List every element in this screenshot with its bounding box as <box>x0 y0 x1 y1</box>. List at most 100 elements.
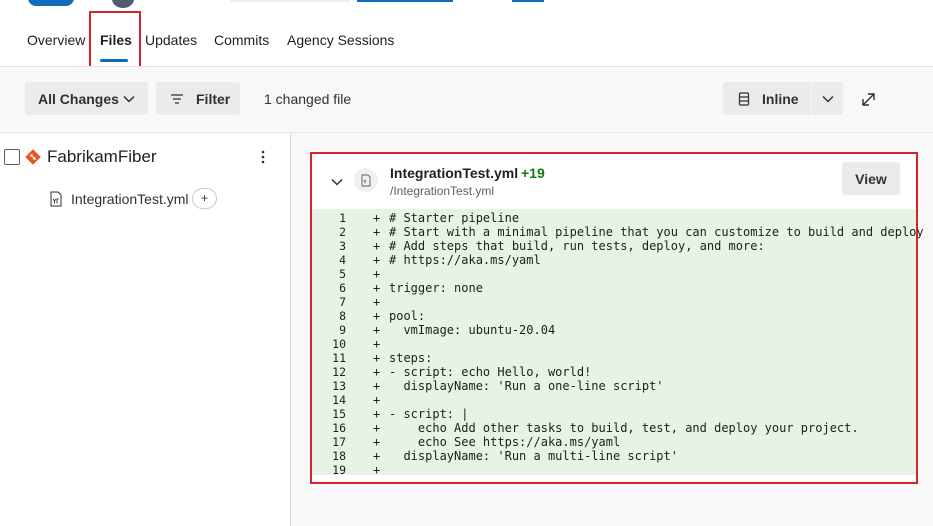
added-marker: + <box>373 435 381 449</box>
tab-updates[interactable]: Updates <box>145 32 197 48</box>
yaml-file-icon <box>361 174 371 186</box>
diff-body: 1 + # Starter pipeline 2 + # Start with a min… <box>312 209 924 477</box>
code-text: pool: <box>389 309 426 323</box>
file-type-badge <box>354 168 378 192</box>
code-text: echo See https://aka.ms/yaml <box>389 435 621 449</box>
tab-commits[interactable]: Commits <box>214 32 269 48</box>
added-marker: + <box>373 337 381 351</box>
diff-file-path: /IntegrationTest.yml <box>390 184 495 198</box>
filter-label: Filter <box>196 90 231 107</box>
line-number: 14 <box>332 393 346 407</box>
code-text: # Start with a minimal pipeline that you… <box>389 225 924 239</box>
chevron-down-icon <box>821 95 834 103</box>
repo-name: FabrikamFiber <box>47 147 157 166</box>
added-marker: + <box>373 365 381 379</box>
line-number: 17 <box>332 435 346 449</box>
line-number: 11 <box>332 351 346 365</box>
chevron-down-icon[interactable] <box>330 175 344 189</box>
added-marker: + <box>373 309 381 323</box>
all-changes-dropdown[interactable]: All Changes <box>25 82 148 115</box>
line-number: 1 <box>339 211 346 225</box>
diff-line: 10 + <box>312 337 916 351</box>
line-number: 18 <box>332 449 346 463</box>
added-marker: + <box>373 463 381 477</box>
diff-line: 5 + <box>312 267 916 281</box>
code-text: - script: | <box>389 407 469 421</box>
files-tab-highlight-box <box>89 11 141 69</box>
code-text: steps: <box>389 351 433 365</box>
add-comment-button[interactable]: + <box>192 188 217 209</box>
added-marker: + <box>373 267 381 281</box>
view-file-button[interactable]: View <box>842 162 900 195</box>
line-number: 10 <box>332 337 346 351</box>
line-number: 13 <box>332 379 346 393</box>
diff-header: IntegrationTest.yml +19 /IntegrationTest… <box>312 154 916 209</box>
diff-line: 12 + - script: echo Hello, world! <box>312 365 916 379</box>
expand-icon[interactable] <box>858 90 880 110</box>
diff-line: 16 + echo Add other tasks to build, test,… <box>312 421 916 435</box>
diff-line: 8 + pool: <box>312 309 916 323</box>
code-text: # Add steps that build, run tests, deplo… <box>389 239 765 253</box>
added-marker: + <box>373 351 381 365</box>
code-text: displayName: 'Run a one-line script' <box>389 379 664 393</box>
code-text: displayName: 'Run a multi-line script' <box>389 449 678 463</box>
diff-line: 17 + echo See https://aka.ms/yaml <box>312 435 916 449</box>
diff-line: 11 + steps: <box>312 351 916 365</box>
status-pill <box>28 0 74 6</box>
diff-line: 19 + <box>312 463 916 477</box>
diff-file-name: IntegrationTest.yml <box>390 165 519 181</box>
filter-icon <box>171 93 183 104</box>
added-marker: + <box>373 239 381 253</box>
diff-line: 13 + displayName: 'Run a one-line script' <box>312 379 916 393</box>
avatar <box>112 0 134 8</box>
line-number: 8 <box>339 309 346 323</box>
line-number: 16 <box>332 421 346 435</box>
added-marker: + <box>373 281 381 295</box>
code-text: - script: echo Hello, world! <box>389 365 592 379</box>
more-vertical-icon[interactable] <box>257 148 269 166</box>
yaml-file-icon <box>50 191 62 207</box>
code-text: vmImage: ubuntu-20.04 <box>389 323 556 337</box>
inline-view-icon <box>738 91 750 106</box>
view-mode-dropdown[interactable] <box>812 82 843 115</box>
code-text: echo Add other tasks to build, test, and… <box>389 421 859 435</box>
diff-line: 1 + # Starter pipeline <box>312 211 916 225</box>
added-marker: + <box>373 225 381 239</box>
line-number: 15 <box>332 407 346 421</box>
added-marker: + <box>373 323 381 337</box>
added-marker: + <box>373 253 381 267</box>
added-marker: + <box>373 295 381 309</box>
tab-agency-sessions[interactable]: Agency Sessions <box>287 32 394 48</box>
code-text: # https://aka.ms/yaml <box>389 253 541 267</box>
file-name: IntegrationTest.yml <box>71 191 189 207</box>
code-text: trigger: none <box>389 281 483 295</box>
line-number: 12 <box>332 365 346 379</box>
file-tree-pane: FabrikamFiber IntegrationTest.yml + <box>0 133 290 526</box>
header-text-remnant <box>230 0 350 2</box>
diff-line: 14 + <box>312 393 916 407</box>
diff-line: 18 + displayName: 'Run a multi-line scrip… <box>312 449 916 463</box>
added-lines-count: +19 <box>521 165 545 181</box>
diff-line: 15 + - script: | <box>312 407 916 421</box>
filter-button[interactable]: Filter <box>156 82 240 115</box>
header-link-remnant-2[interactable] <box>512 0 544 2</box>
line-number: 2 <box>339 225 346 239</box>
file-tree-item[interactable]: IntegrationTest.yml + <box>48 187 288 211</box>
repo-checkbox[interactable] <box>4 149 20 165</box>
added-marker: + <box>373 379 381 393</box>
inline-view-label: Inline <box>762 90 799 107</box>
line-number: 19 <box>332 463 346 477</box>
diff-card: IntegrationTest.yml +19 /IntegrationTest… <box>310 152 924 484</box>
code-text: # Starter pipeline <box>389 211 520 225</box>
header-link-remnant[interactable] <box>357 0 453 2</box>
inline-view-button[interactable]: Inline <box>723 82 811 115</box>
all-changes-label: All Changes <box>38 90 119 107</box>
line-number: 6 <box>339 281 346 295</box>
tab-overview[interactable]: Overview <box>27 32 85 48</box>
line-number: 7 <box>339 295 346 309</box>
repo-tree-item[interactable]: FabrikamFiber <box>4 146 284 168</box>
diff-line: 3 + # Add steps that build, run tests, dep… <box>312 239 916 253</box>
added-marker: + <box>373 393 381 407</box>
diff-line: 6 + trigger: none <box>312 281 916 295</box>
diff-line: 9 + vmImage: ubuntu-20.04 <box>312 323 916 337</box>
